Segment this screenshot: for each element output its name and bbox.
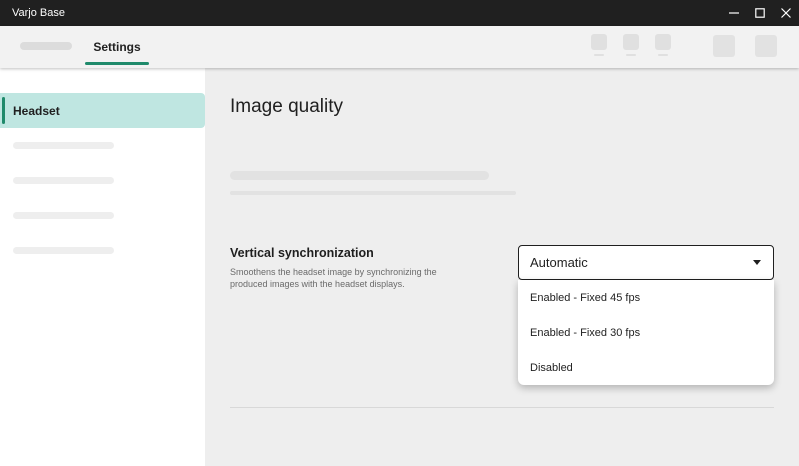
content-placeholder (230, 171, 489, 180)
sidebar-item-headset[interactable]: Headset (0, 93, 205, 128)
toolbar-icon[interactable] (591, 34, 607, 50)
toolbar-icon[interactable] (623, 34, 639, 50)
app-title: Varjo Base (12, 7, 65, 19)
minimize-button[interactable] (721, 0, 747, 26)
sidebar-item-placeholder[interactable] (13, 247, 114, 254)
sidebar-item-label: Headset (13, 103, 60, 118)
dropdown-option[interactable]: Enabled - Fixed 45 fps (518, 280, 774, 315)
vsync-select[interactable]: Automatic (518, 245, 774, 280)
top-nav: Settings (0, 26, 799, 68)
toolbar-icon-label (626, 54, 636, 56)
dropdown-option[interactable]: Disabled (518, 350, 774, 385)
toolbar-icon[interactable] (655, 34, 671, 50)
sidebar-item-placeholder[interactable] (13, 142, 114, 149)
page-title: Image quality (230, 96, 344, 117)
select-value: Automatic (530, 255, 588, 270)
close-button[interactable] (773, 0, 799, 26)
sidebar-item-placeholder[interactable] (13, 212, 114, 219)
toolbar-icon-label (594, 54, 604, 56)
toolbar-action-icon[interactable] (755, 35, 777, 57)
dropdown-menu: Enabled - Fixed 45 fps Enabled - Fixed 3… (518, 280, 774, 385)
maximize-button[interactable] (747, 0, 773, 26)
caret-down-icon (753, 260, 761, 265)
window-controls (721, 0, 799, 26)
content-placeholder (230, 191, 516, 195)
maximize-icon (755, 8, 765, 18)
title-bar: Varjo Base (0, 0, 799, 26)
minimize-icon (729, 12, 739, 14)
toolbar-action-icon[interactable] (713, 35, 735, 57)
setting-title: Vertical synchronization (230, 246, 374, 260)
setting-description: Smoothens the headset image by synchroni… (230, 267, 437, 289)
toolbar-icon-label (658, 54, 668, 56)
main-content: Image quality Vertical synchronization S… (205, 68, 799, 466)
close-icon (781, 8, 791, 18)
section-divider (230, 407, 774, 408)
nav-tab-placeholder[interactable] (20, 42, 72, 50)
active-tab-indicator (85, 62, 149, 65)
active-item-accent (2, 97, 5, 124)
dropdown-option[interactable]: Enabled - Fixed 30 fps (518, 315, 774, 350)
sidebar-item-placeholder[interactable] (13, 177, 114, 184)
sidebar: Headset (0, 68, 205, 466)
